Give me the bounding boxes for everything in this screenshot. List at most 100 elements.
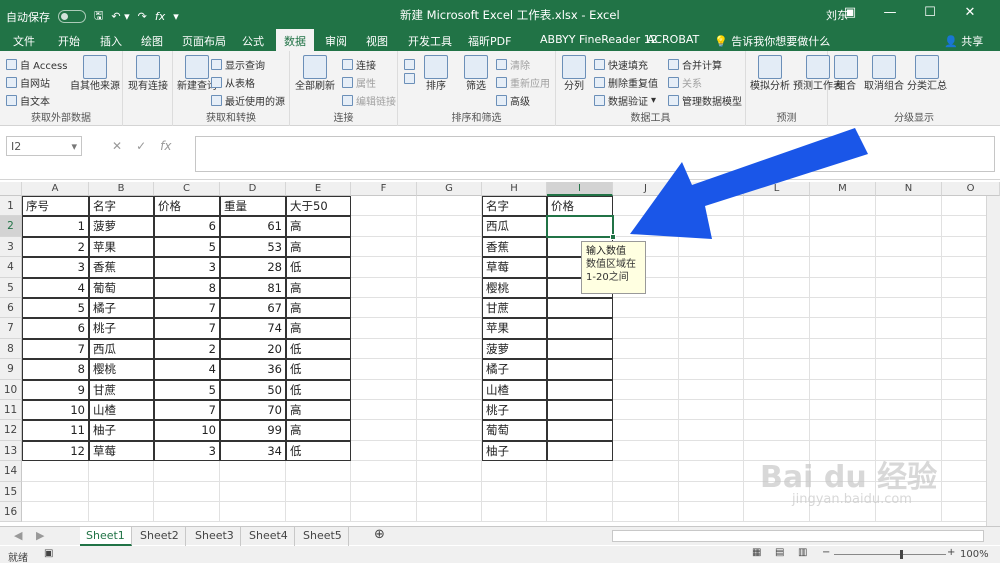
cell[interactable] <box>876 338 942 360</box>
cell[interactable] <box>613 379 679 400</box>
insert-function-icon[interactable]: fx <box>160 139 171 153</box>
cell[interactable] <box>351 257 417 278</box>
data-validation-button[interactable]: 数据验证 ▾ <box>594 93 656 108</box>
table1-cell[interactable]: 樱桃 <box>89 359 154 380</box>
table2-name-cell[interactable]: 柚子 <box>482 440 547 462</box>
sheet-tab-5[interactable]: Sheet5 <box>297 527 349 546</box>
cell[interactable] <box>679 461 744 482</box>
cell[interactable] <box>810 257 876 278</box>
table1-cell[interactable]: 低 <box>286 257 351 278</box>
cell[interactable] <box>876 216 942 237</box>
cell[interactable] <box>417 461 482 482</box>
autosave-toggle[interactable] <box>58 10 86 23</box>
cell[interactable] <box>286 481 351 502</box>
tell-me-search[interactable]: 💡 告诉我你想要做什么 <box>714 33 830 49</box>
cell[interactable] <box>89 461 154 482</box>
cell[interactable] <box>876 257 942 278</box>
table2-name-cell[interactable]: 香蕉 <box>482 236 547 258</box>
table2-name-cell[interactable]: 山楂 <box>482 379 547 400</box>
table1-cell[interactable]: 70 <box>220 400 286 421</box>
table2-price-cell[interactable] <box>547 359 613 380</box>
table1-cell[interactable]: 6 <box>22 318 89 339</box>
cell[interactable] <box>351 420 417 441</box>
table1-cell[interactable]: 61 <box>220 216 286 237</box>
cell[interactable] <box>613 359 679 380</box>
table1-cell[interactable]: 5 <box>154 236 220 258</box>
recent-sources-button[interactable]: 最近使用的源 <box>211 93 285 108</box>
from-table-button[interactable]: 从表格 <box>211 75 255 90</box>
table1-header-cell[interactable]: 重量 <box>220 196 286 217</box>
maximize-icon[interactable]: ☐ <box>910 3 950 23</box>
table1-header-cell[interactable]: 价格 <box>154 196 220 217</box>
cell[interactable] <box>679 277 744 298</box>
page-layout-view-icon[interactable]: ▤ <box>775 547 784 558</box>
column-header-f[interactable]: F <box>351 182 417 196</box>
cell[interactable] <box>679 236 744 258</box>
cell[interactable] <box>744 420 810 441</box>
cell[interactable] <box>876 400 942 421</box>
row-header-9[interactable]: 9 <box>0 359 22 380</box>
connections-button[interactable]: 连接 <box>342 57 376 72</box>
cell[interactable] <box>547 481 613 502</box>
table1-cell[interactable]: 7 <box>154 298 220 319</box>
table1-cell[interactable]: 74 <box>220 318 286 339</box>
tab-file[interactable]: 文件 <box>13 33 35 49</box>
cell[interactable] <box>351 277 417 298</box>
cell[interactable] <box>679 359 744 380</box>
row-header-3[interactable]: 3 <box>0 236 22 258</box>
cell[interactable] <box>810 318 876 339</box>
cell[interactable] <box>744 318 810 339</box>
cell[interactable] <box>876 277 942 298</box>
cell[interactable] <box>154 481 220 502</box>
table1-cell[interactable]: 桃子 <box>89 318 154 339</box>
column-header-g[interactable]: G <box>417 182 482 196</box>
cell[interactable] <box>417 196 482 217</box>
table1-cell[interactable]: 低 <box>286 440 351 462</box>
table1-cell[interactable]: 7 <box>154 400 220 421</box>
active-cell-cursor[interactable] <box>546 215 614 238</box>
row-header-14[interactable]: 14 <box>0 461 22 482</box>
cell[interactable] <box>482 502 547 523</box>
flash-fill-button[interactable]: 快速填充 <box>594 57 648 72</box>
table1-cell[interactable]: 9 <box>22 379 89 400</box>
cell[interactable] <box>286 502 351 523</box>
row-header-5[interactable]: 5 <box>0 277 22 298</box>
from-text-button[interactable]: 自文本 <box>6 93 50 108</box>
consolidate-button[interactable]: 合并计算 <box>668 57 722 72</box>
cell[interactable] <box>547 502 613 523</box>
table1-cell[interactable]: 菠萝 <box>89 216 154 237</box>
cell[interactable] <box>744 359 810 380</box>
cell[interactable] <box>351 400 417 421</box>
sheet-tab-3[interactable]: Sheet3 <box>189 527 241 546</box>
cell[interactable] <box>351 298 417 319</box>
cell[interactable] <box>417 400 482 421</box>
page-break-view-icon[interactable]: ▥ <box>798 547 807 558</box>
cell[interactable] <box>22 461 89 482</box>
cell[interactable] <box>679 196 744 217</box>
zoom-slider-thumb[interactable] <box>900 550 903 559</box>
row-header-13[interactable]: 13 <box>0 440 22 462</box>
cell[interactable] <box>417 338 482 360</box>
table1-cell[interactable]: 高 <box>286 277 351 298</box>
table2-name-cell[interactable]: 草莓 <box>482 257 547 278</box>
tab-home[interactable]: 开始 <box>58 33 80 49</box>
sheet-tab-2[interactable]: Sheet2 <box>134 527 186 546</box>
tab-insert[interactable]: 插入 <box>100 33 122 49</box>
cell[interactable] <box>482 461 547 482</box>
refresh-all-button[interactable]: 全部刷新 <box>295 55 335 93</box>
column-header-e[interactable]: E <box>286 182 351 196</box>
cell[interactable] <box>22 502 89 523</box>
cell[interactable] <box>351 359 417 380</box>
cell[interactable] <box>417 502 482 523</box>
cell[interactable] <box>154 461 220 482</box>
column-header-a[interactable]: A <box>22 182 89 196</box>
tab-data[interactable]: 数据 <box>276 29 314 51</box>
table1-cell[interactable]: 橘子 <box>89 298 154 319</box>
cell[interactable] <box>810 216 876 237</box>
customize-qat-icon[interactable]: ▾ <box>173 10 179 23</box>
column-header-m[interactable]: M <box>810 182 876 196</box>
table1-cell[interactable]: 99 <box>220 420 286 441</box>
column-header-j[interactable]: J <box>613 182 679 196</box>
clear-filter-button[interactable]: 清除 <box>496 57 530 72</box>
redo-icon[interactable]: ↷ <box>138 10 147 23</box>
